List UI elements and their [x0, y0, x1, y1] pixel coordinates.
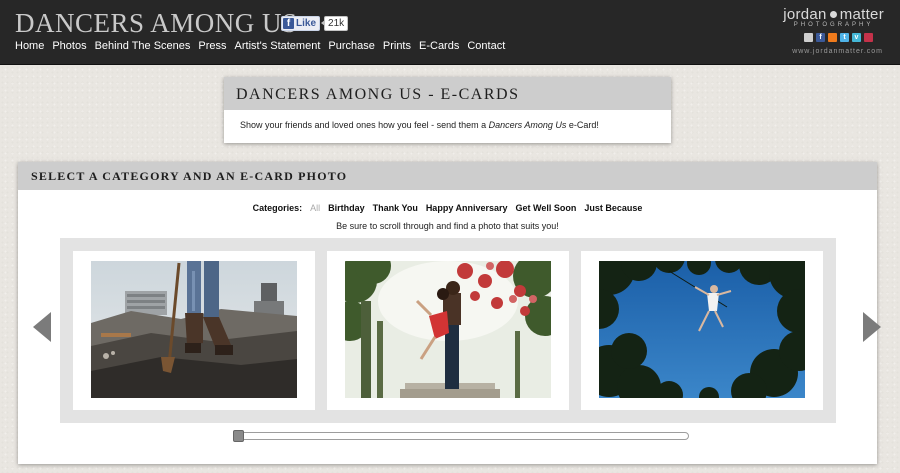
brand-dot-icon [829, 11, 837, 18]
construction-site-dancer-photo[interactable] [91, 261, 297, 398]
social-icons: f t v [804, 33, 873, 42]
category-all[interactable]: All [310, 203, 320, 213]
nav-prints[interactable]: Prints [383, 40, 411, 52]
main-nav: Home Photos Behind The Scenes Press Arti… [15, 40, 505, 52]
carousel-next-arrow-icon[interactable] [863, 312, 881, 342]
categories-label: Categories: [252, 203, 303, 213]
instagram-icon[interactable] [864, 33, 873, 42]
intro-header: DANCERS AMONG US - E-CARDS [224, 77, 671, 110]
site-title[interactable]: DANCERS AMONG US [15, 8, 298, 39]
category-filter: Categories: All Birthday Thank You Happy… [18, 203, 877, 213]
dancer-leaping-trees-photo[interactable] [599, 261, 805, 398]
photo-carousel [60, 238, 836, 423]
nav-home[interactable]: Home [15, 40, 44, 52]
brand-logo[interactable]: jordan matter PHOTOGRAPHY [783, 6, 884, 28]
intro-text-emphasis: Dancers Among Us [488, 120, 567, 130]
intro-text-before: Show your friends and loved ones how you… [240, 120, 489, 130]
category-get-well-soon[interactable]: Get Well Soon [516, 203, 577, 213]
category-birthday[interactable]: Birthday [328, 203, 365, 213]
brand-name-first: jordan [783, 6, 827, 23]
site-header: DANCERS AMONG US f Like 21k Home Photos … [0, 0, 900, 65]
facebook-f-icon: f [283, 18, 294, 29]
twitter-icon[interactable]: t [840, 33, 849, 42]
ecard-card[interactable] [73, 251, 315, 410]
brand-name-last: matter [839, 6, 884, 23]
facebook-like-label: Like [296, 18, 317, 29]
intro-panel: DANCERS AMONG US - E-CARDS Show your fri… [224, 77, 671, 143]
facebook-like-count: 21k [321, 16, 349, 31]
site-url[interactable]: www.jordanmatter.com [792, 48, 883, 55]
rss-icon[interactable] [828, 33, 837, 42]
ecard-card[interactable] [581, 251, 823, 410]
intro-text: Show your friends and loved ones how you… [224, 110, 671, 130]
carousel-scrollbar[interactable] [233, 430, 689, 442]
couple-kissing-garden-photo[interactable] [345, 261, 551, 398]
facebook-icon[interactable]: f [816, 33, 825, 42]
carousel-scroll-handle[interactable] [233, 430, 244, 442]
intro-text-after: e-Card! [566, 120, 599, 130]
intro-title: DANCERS AMONG US - E-CARDS [236, 86, 520, 103]
vimeo-icon[interactable]: v [852, 33, 861, 42]
nav-behind-the-scenes[interactable]: Behind The Scenes [95, 40, 191, 52]
ecard-selector-panel: SELECT A CATEGORY AND AN E-CARD PHOTO Ca… [18, 162, 881, 464]
nav-purchase[interactable]: Purchase [328, 40, 374, 52]
nav-e-cards[interactable]: E-Cards [419, 40, 459, 52]
brand-name: jordan matter [783, 6, 884, 23]
scroll-hint: Be sure to scroll through and find a pho… [336, 221, 559, 231]
facebook-like-widget[interactable]: f Like 21k [281, 16, 349, 31]
ecard-selector-title: SELECT A CATEGORY AND AN E-CARD PHOTO [31, 169, 348, 183]
email-icon[interactable] [804, 33, 813, 42]
category-just-because[interactable]: Just Because [584, 203, 642, 213]
category-thank-you[interactable]: Thank You [373, 203, 418, 213]
ecard-selector-header: SELECT A CATEGORY AND AN E-CARD PHOTO [18, 162, 877, 190]
facebook-like-button[interactable]: f Like [281, 16, 321, 31]
nav-photos[interactable]: Photos [52, 40, 86, 52]
nav-press[interactable]: Press [198, 40, 226, 52]
nav-contact[interactable]: Contact [467, 40, 505, 52]
brand-subtitle: PHOTOGRAPHY [793, 22, 874, 28]
carousel-prev-arrow-icon[interactable] [33, 312, 51, 342]
nav-artists-statement[interactable]: Artist's Statement [235, 40, 321, 52]
category-happy-anniversary[interactable]: Happy Anniversary [426, 203, 508, 213]
ecard-card[interactable] [327, 251, 569, 410]
